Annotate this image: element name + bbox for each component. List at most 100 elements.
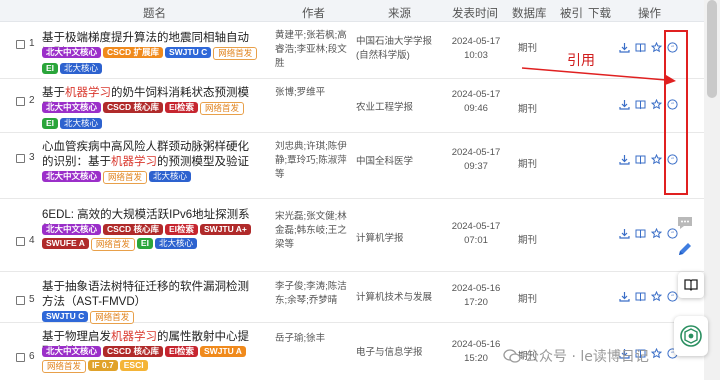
row-checkbox[interactable] bbox=[16, 154, 25, 163]
database-type: 期刊 bbox=[518, 294, 538, 305]
row-index: 3 bbox=[29, 152, 35, 163]
title-text: 基于 bbox=[42, 87, 65, 99]
tag-badge[interactable]: 北大中文核心 bbox=[42, 47, 102, 58]
authors[interactable]: 岳子瑜;徐丰 bbox=[275, 332, 353, 346]
source-journal[interactable]: 中国全科医学 bbox=[356, 155, 438, 169]
tag-badge[interactable]: EI bbox=[42, 63, 59, 74]
download-icon[interactable] bbox=[619, 228, 630, 239]
wechat-icon bbox=[503, 349, 521, 363]
tag-badge[interactable]: 北大中文核心 bbox=[42, 224, 102, 235]
col-cited[interactable]: 被引 bbox=[560, 5, 583, 21]
title-keyword-highlight: 机器学习 bbox=[111, 331, 157, 343]
tag-badge[interactable]: 网络首发 bbox=[103, 171, 148, 184]
star-icon[interactable] bbox=[651, 154, 662, 165]
star-icon[interactable] bbox=[651, 228, 662, 239]
tag-badge[interactable]: SWJTU A bbox=[200, 346, 246, 357]
row-index: 4 bbox=[29, 235, 35, 246]
tag-badge[interactable]: 北大核心 bbox=[149, 171, 192, 182]
star-icon[interactable] bbox=[651, 291, 662, 302]
annotation-arrow bbox=[521, 67, 676, 85]
comment-icon[interactable] bbox=[672, 210, 698, 236]
row-checkbox[interactable] bbox=[16, 296, 25, 305]
book-icon[interactable] bbox=[635, 154, 646, 165]
star-icon[interactable] bbox=[651, 348, 662, 359]
row-checkbox[interactable] bbox=[16, 97, 25, 106]
tag-badge[interactable]: EI检索 bbox=[164, 102, 198, 113]
tag-badge[interactable]: 网络首发 bbox=[200, 102, 245, 115]
source-journal[interactable]: 农业工程学报 bbox=[356, 101, 438, 115]
publish-time: 2024-05-16 15:20 bbox=[446, 338, 506, 366]
tag-list: 北大中文核心 网络首发 北大核心 bbox=[42, 171, 264, 187]
annotation-box bbox=[664, 30, 688, 195]
publish-clock: 07:01 bbox=[464, 235, 488, 246]
database-type: 期刊 bbox=[518, 235, 538, 246]
tag-badge[interactable]: 网络首发 bbox=[213, 47, 258, 60]
row-checkbox[interactable] bbox=[16, 237, 25, 246]
pencil-icon[interactable] bbox=[672, 236, 698, 262]
download-icon[interactable] bbox=[619, 291, 630, 302]
download-icon[interactable] bbox=[619, 42, 630, 53]
publish-clock: 10:03 bbox=[464, 50, 488, 61]
col-date[interactable]: 发表时间 bbox=[452, 5, 498, 21]
tag-badge[interactable]: 北大核心 bbox=[60, 118, 103, 129]
tag-badge[interactable]: 北大中文核心 bbox=[42, 346, 102, 357]
authors[interactable]: 李子俊;李涛;陈洁东;余琴;乔梦晴 bbox=[275, 280, 353, 308]
book-icon[interactable] bbox=[678, 272, 704, 298]
table-row: 3 心血管疾病中高风险人群颈动脉粥样硬化的识别：基于机器学习的预测模型及验证 北… bbox=[0, 134, 704, 199]
tag-badge[interactable]: CSCD 核心库 bbox=[103, 346, 163, 357]
scrollbar-thumb[interactable] bbox=[707, 0, 717, 98]
paper-title-link[interactable]: 基于抽象语法树特征迁移的软件漏洞检测方法（AST-FMVD） bbox=[42, 280, 260, 310]
tag-badge[interactable]: EI检索 bbox=[164, 346, 198, 357]
authors[interactable]: 黄建平;张若枫;高睿浩;李亚林;段文胜 bbox=[275, 29, 353, 71]
source-journal[interactable]: 计算机技术与发展 bbox=[356, 291, 438, 305]
col-author[interactable]: 作者 bbox=[302, 5, 325, 21]
tag-badge[interactable]: CSCD 扩展库 bbox=[103, 47, 163, 58]
authors[interactable]: 刘忠典;许琪;陈伊静;覃玲巧;陈淑萍等 bbox=[275, 140, 353, 182]
database-type: 期刊 bbox=[518, 43, 538, 54]
book-icon[interactable] bbox=[635, 291, 646, 302]
tag-badge[interactable]: EI bbox=[136, 238, 153, 249]
tag-badge[interactable]: 网络首发 bbox=[90, 311, 135, 324]
tag-badge[interactable]: EI检索 bbox=[164, 224, 198, 235]
book-icon[interactable] bbox=[635, 42, 646, 53]
database-type: 期刊 bbox=[518, 104, 538, 115]
tag-badge[interactable]: CSCD 核心库 bbox=[103, 224, 163, 235]
download-icon[interactable] bbox=[619, 154, 630, 165]
watermark: 公众号 · le读博日记 bbox=[503, 345, 649, 367]
tag-badge[interactable]: 北大中文核心 bbox=[42, 102, 102, 113]
tag-badge[interactable]: 网络首发 bbox=[90, 238, 135, 251]
star-icon[interactable] bbox=[651, 42, 662, 53]
tag-badge[interactable]: 北大核心 bbox=[154, 238, 197, 249]
download-icon[interactable] bbox=[619, 99, 630, 110]
tag-badge[interactable]: 网络首发 bbox=[42, 360, 87, 373]
tag-badge[interactable]: SWUFE A bbox=[42, 238, 89, 249]
tag-badge[interactable]: SWJTU C bbox=[42, 311, 89, 322]
source-journal[interactable]: 中国石油大学学报(自然科学版) bbox=[356, 35, 438, 63]
quote-icon[interactable]: ” bbox=[667, 291, 678, 302]
tag-badge[interactable]: SWJTU A+ bbox=[200, 224, 251, 235]
row-checkbox[interactable] bbox=[16, 40, 25, 49]
book-icon[interactable] bbox=[635, 99, 646, 110]
tag-badge[interactable]: EI bbox=[42, 118, 59, 129]
ai-assistant-icon[interactable] bbox=[674, 316, 708, 356]
tag-badge[interactable]: 北大核心 bbox=[60, 63, 103, 74]
row-checkbox[interactable] bbox=[16, 353, 25, 362]
star-icon[interactable] bbox=[651, 99, 662, 110]
authors[interactable]: 张博;罗维平 bbox=[275, 86, 353, 100]
tag-badge[interactable]: SWJTU C bbox=[164, 47, 212, 58]
source-journal[interactable]: 计算机学报 bbox=[356, 232, 438, 246]
book-icon[interactable] bbox=[635, 228, 646, 239]
publish-clock: 09:46 bbox=[464, 103, 488, 114]
publish-date: 2024-05-17 bbox=[451, 147, 501, 158]
source-journal[interactable]: 电子与信息学报 bbox=[356, 346, 438, 360]
col-db[interactable]: 数据库 bbox=[512, 5, 547, 21]
col-download[interactable]: 下载 bbox=[588, 5, 611, 21]
publish-time: 2024-05-17 07:01 bbox=[446, 220, 506, 248]
tag-badge[interactable]: 北大中文核心 bbox=[42, 171, 102, 182]
tag-badge[interactable]: IF 0.7 bbox=[88, 360, 118, 371]
tag-badge[interactable]: CSCD 核心库 bbox=[103, 102, 163, 113]
col-source[interactable]: 来源 bbox=[388, 5, 411, 21]
tag-badge[interactable]: ESCI bbox=[119, 360, 148, 371]
authors[interactable]: 宋光磊;张文健;林金磊;韩东岐;王之梁等 bbox=[275, 210, 353, 252]
paper-title-link[interactable]: 心血管疾病中高风险人群颈动脉粥样硬化的识别：基于机器学习的预测模型及验证 bbox=[42, 140, 260, 170]
